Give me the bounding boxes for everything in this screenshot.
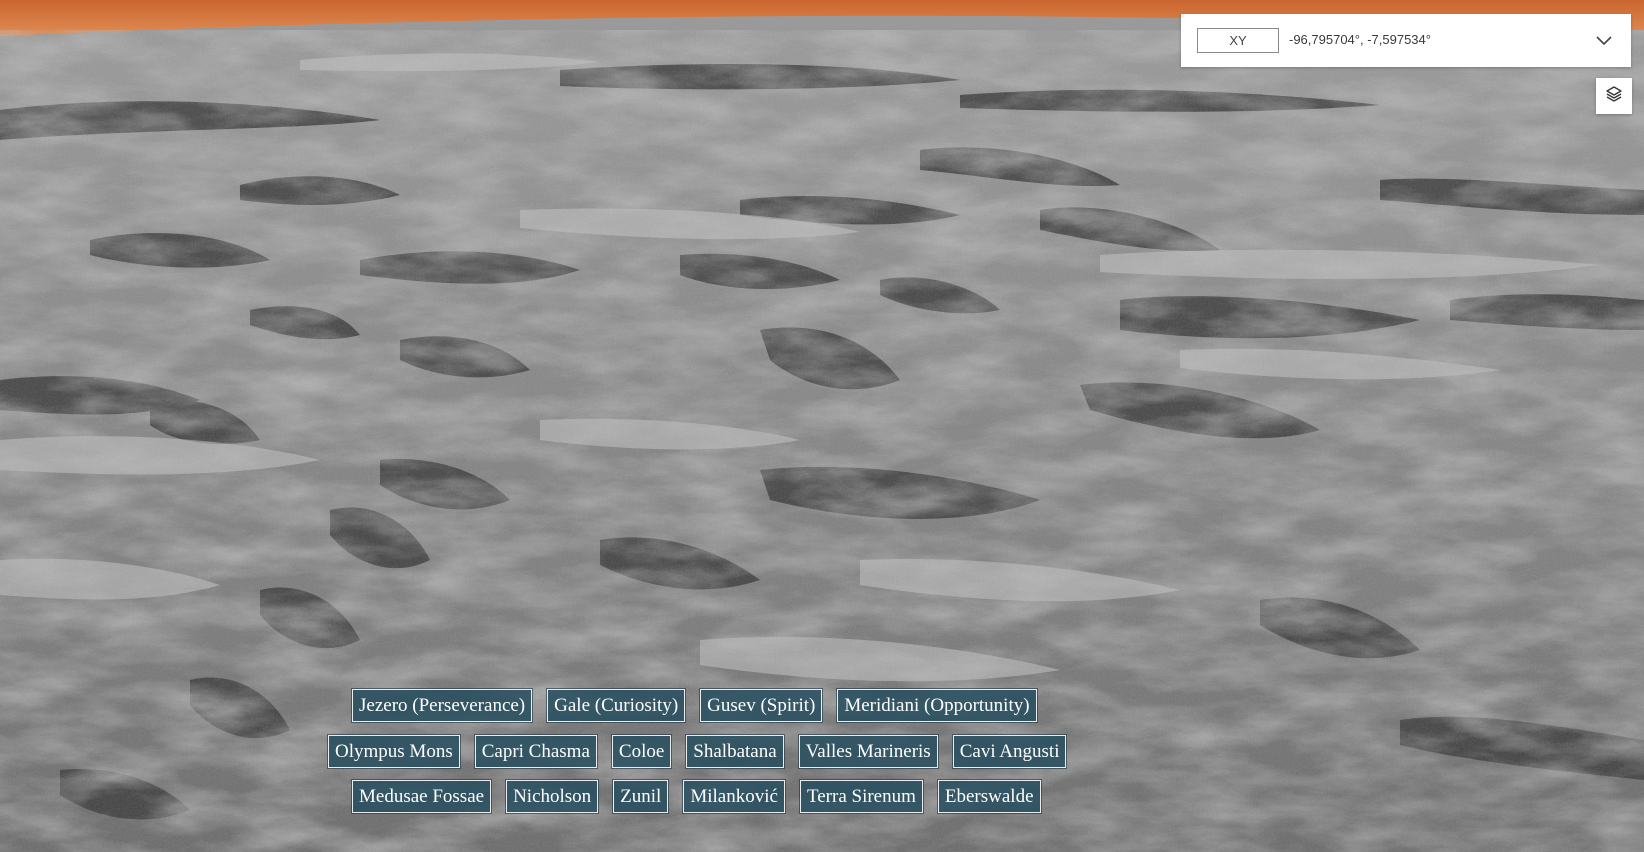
bookmark-terra-sirenum-button[interactable]: Terra Sirenum bbox=[798, 779, 924, 814]
bookmark-coloe-button[interactable]: Coloe bbox=[610, 734, 673, 769]
bookmark-cavi-angusti-button[interactable]: Cavi Angusti bbox=[951, 734, 1068, 769]
bookmark-olympus-mons-button[interactable]: Olympus Mons bbox=[327, 734, 461, 769]
layers-icon bbox=[1604, 84, 1624, 109]
coordinate-widget: XY -96,795704°, -7,597534° bbox=[1181, 14, 1631, 67]
coordinate-format-selector[interactable]: XY bbox=[1197, 28, 1279, 53]
bookmark-eberswalde-button[interactable]: Eberswalde bbox=[936, 779, 1042, 814]
mars-terrain-view[interactable] bbox=[0, 0, 1644, 852]
bookmark-row: Medusae Fossae Nicholson Zunil Milankovi… bbox=[350, 779, 1042, 814]
bookmark-meridiani-button[interactable]: Meridiani (Opportunity) bbox=[836, 688, 1038, 723]
bookmark-milankovic-button[interactable]: Milanković bbox=[682, 779, 786, 814]
bookmark-nicholson-button[interactable]: Nicholson bbox=[505, 779, 600, 814]
bookmark-row: Olympus Mons Capri Chasma Coloe Shalbata… bbox=[327, 734, 1068, 769]
bookmark-jezero-button[interactable]: Jezero (Perseverance) bbox=[350, 688, 534, 723]
bookmark-gale-button[interactable]: Gale (Curiosity) bbox=[546, 688, 687, 723]
layers-button[interactable] bbox=[1596, 78, 1632, 114]
bookmark-shalbatana-button[interactable]: Shalbatana bbox=[685, 734, 785, 769]
bookmark-medusae-fossae-button[interactable]: Medusae Fossae bbox=[350, 779, 493, 814]
bookmark-row: Jezero (Perseverance) Gale (Curiosity) G… bbox=[350, 688, 1038, 723]
bookmark-gusev-button[interactable]: Gusev (Spirit) bbox=[699, 688, 824, 723]
coordinate-readout: -96,795704°, -7,597534° bbox=[1289, 32, 1431, 47]
terrain-grain bbox=[0, 30, 1644, 852]
scene-viewport[interactable]: XY -96,795704°, -7,597534° Jezero (Perse… bbox=[0, 0, 1644, 852]
bookmark-zunil-button[interactable]: Zunil bbox=[612, 779, 670, 814]
bookmark-capri-chasma-button[interactable]: Capri Chasma bbox=[473, 734, 598, 769]
bookmark-valles-marineris-button[interactable]: Valles Marineris bbox=[797, 734, 939, 769]
chevron-down-icon[interactable] bbox=[1593, 29, 1615, 51]
